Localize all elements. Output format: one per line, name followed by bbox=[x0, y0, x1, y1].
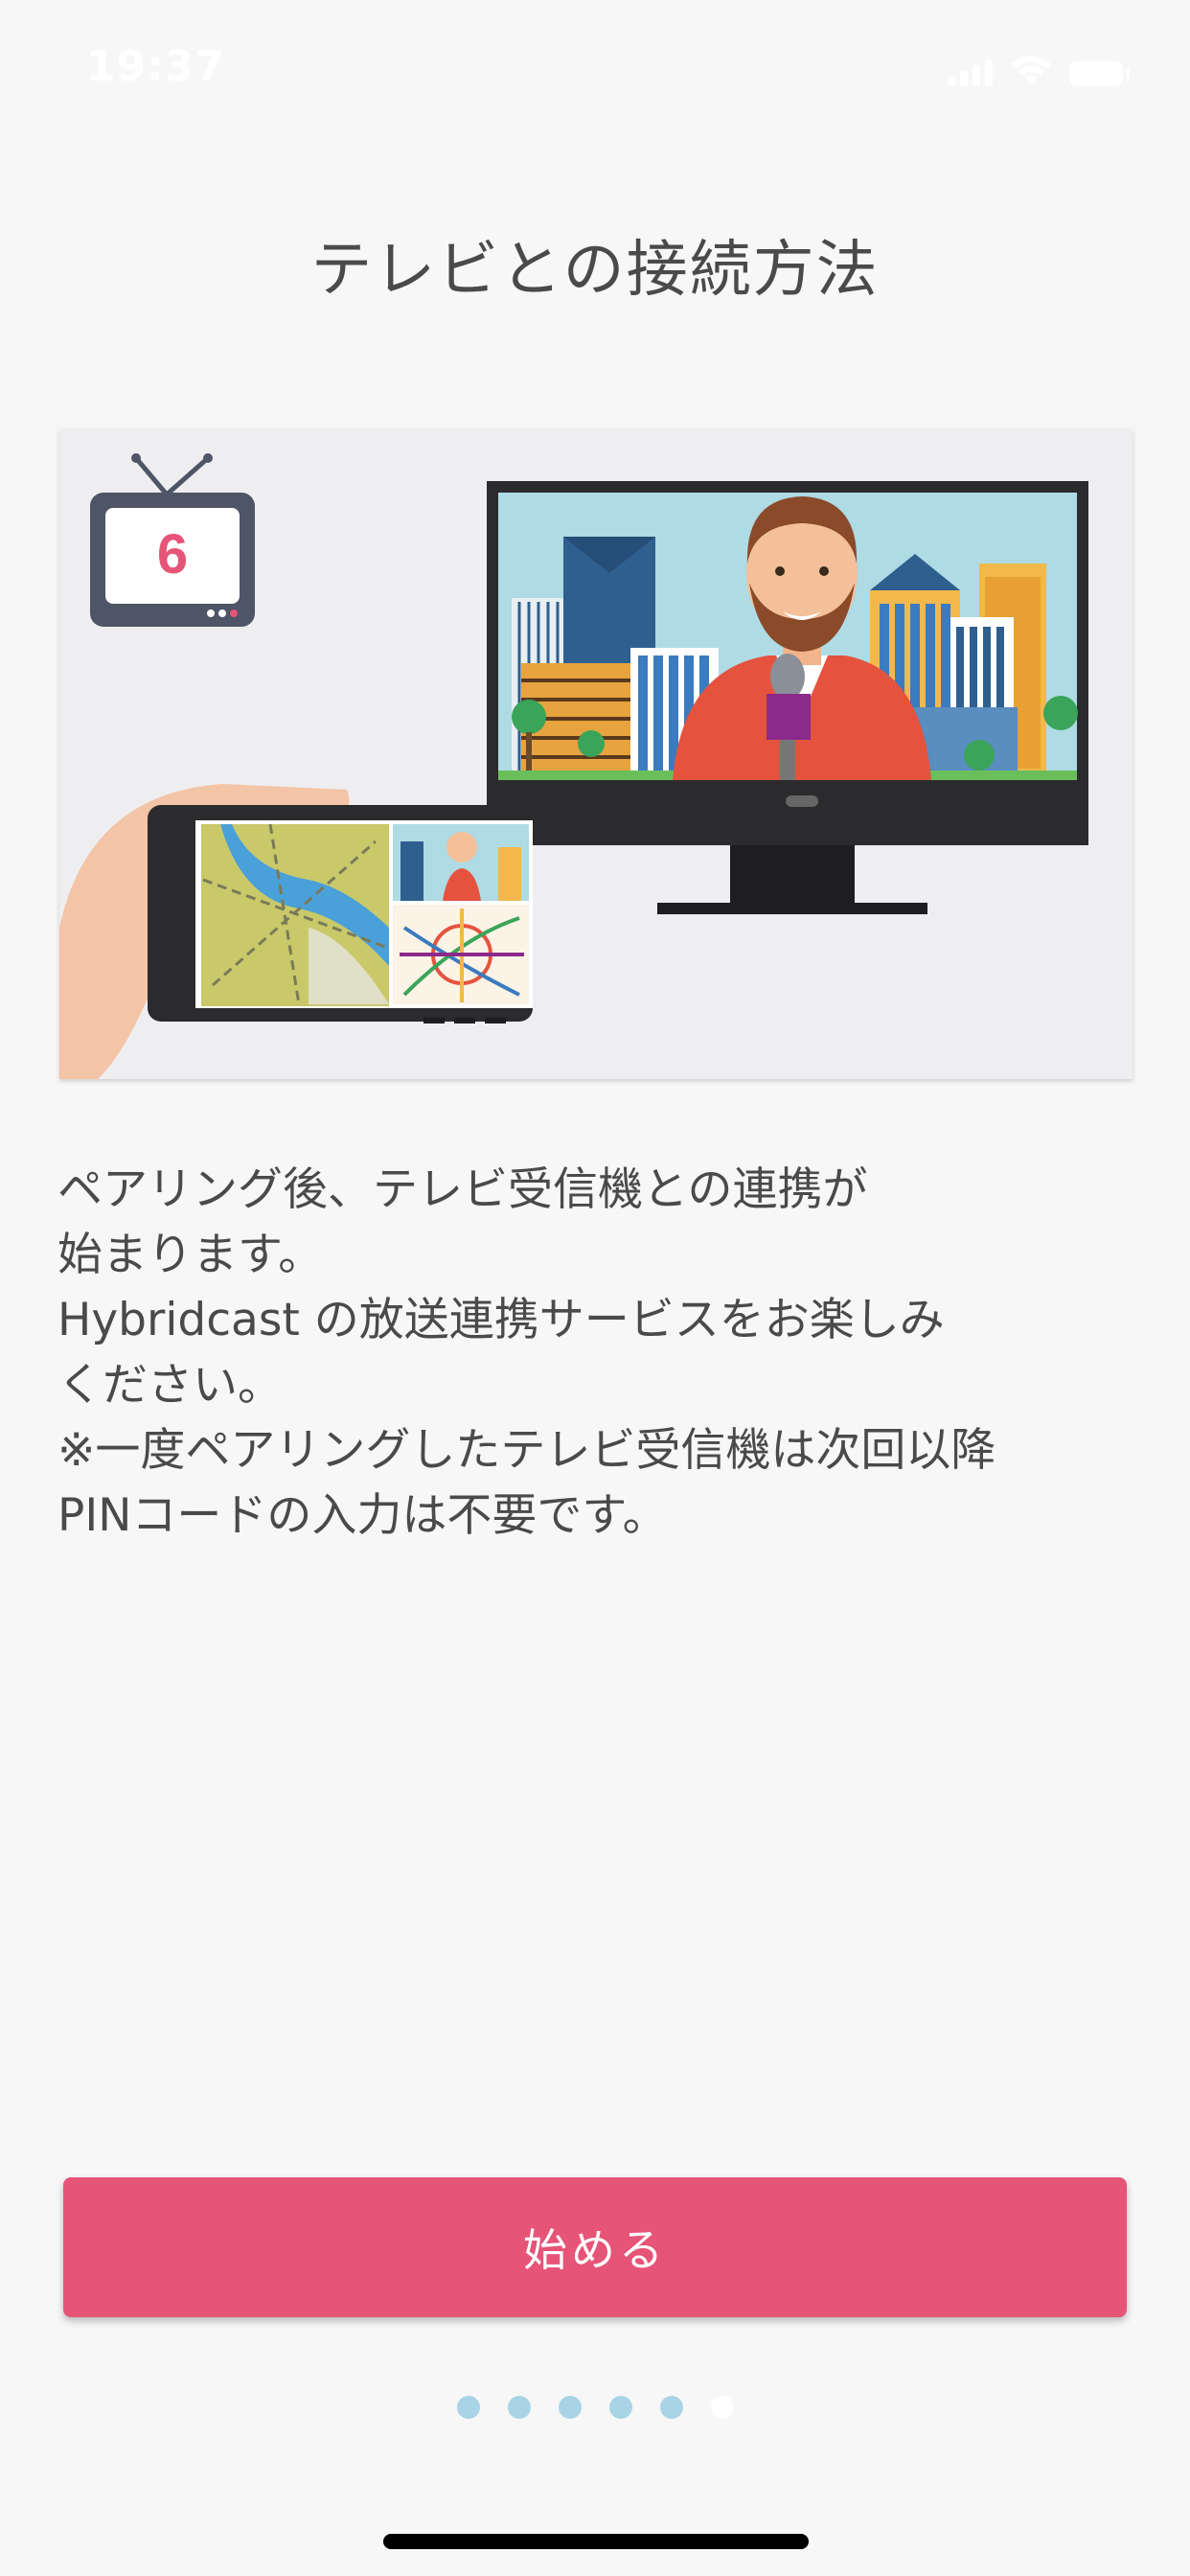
description-line: ペアリング後、テレビ受信機との連携が bbox=[57, 1163, 868, 1216]
status-bar: 19:37 bbox=[0, 0, 1190, 144]
home-indicator[interactable] bbox=[383, 2534, 809, 2549]
status-icons bbox=[948, 56, 1130, 86]
map-icon bbox=[201, 823, 389, 1006]
page-dot-active[interactable] bbox=[710, 2396, 734, 2419]
description-note-line: PINコードの入力は不要です。 bbox=[57, 1489, 668, 1542]
page-indicator bbox=[0, 2396, 1190, 2419]
page-dot[interactable] bbox=[558, 2396, 582, 2419]
connection-illustration: 6 bbox=[59, 429, 1133, 1079]
battery-icon bbox=[1069, 61, 1130, 86]
wifi-icon bbox=[1011, 56, 1051, 84]
description-line: 始まります。 bbox=[57, 1229, 324, 1281]
status-time: 19:37 bbox=[86, 42, 226, 91]
description-line: Hybridcast の放送連携サービスをお楽しみ bbox=[57, 1294, 945, 1346]
page-dot[interactable] bbox=[659, 2396, 683, 2419]
onboarding-screen: 19:37 テレビとの接続方法 6 ペアリング後、テレビ受信機との連携が 始まり… bbox=[0, 0, 1190, 2576]
cellular-signal-icon bbox=[948, 58, 993, 86]
page-dot[interactable] bbox=[608, 2396, 632, 2419]
page-title: テレビとの接続方法 bbox=[310, 235, 880, 306]
page-dot[interactable] bbox=[456, 2396, 480, 2419]
description-text: ペアリング後、テレビ受信機との連携が 始まります。 Hybridcast の放送… bbox=[57, 1158, 1131, 1549]
start-button[interactable]: 始める bbox=[63, 2177, 1127, 2317]
subway-map-icon bbox=[393, 905, 529, 1004]
description-line: ください。 bbox=[57, 1359, 283, 1412]
page-dot[interactable] bbox=[507, 2396, 531, 2419]
smartphone-icon bbox=[148, 805, 533, 1024]
tv-channel-number: 6 bbox=[157, 523, 188, 586]
description-note-line: ※一度ペアリングしたテレビ受信機は次回以降 bbox=[57, 1424, 996, 1477]
